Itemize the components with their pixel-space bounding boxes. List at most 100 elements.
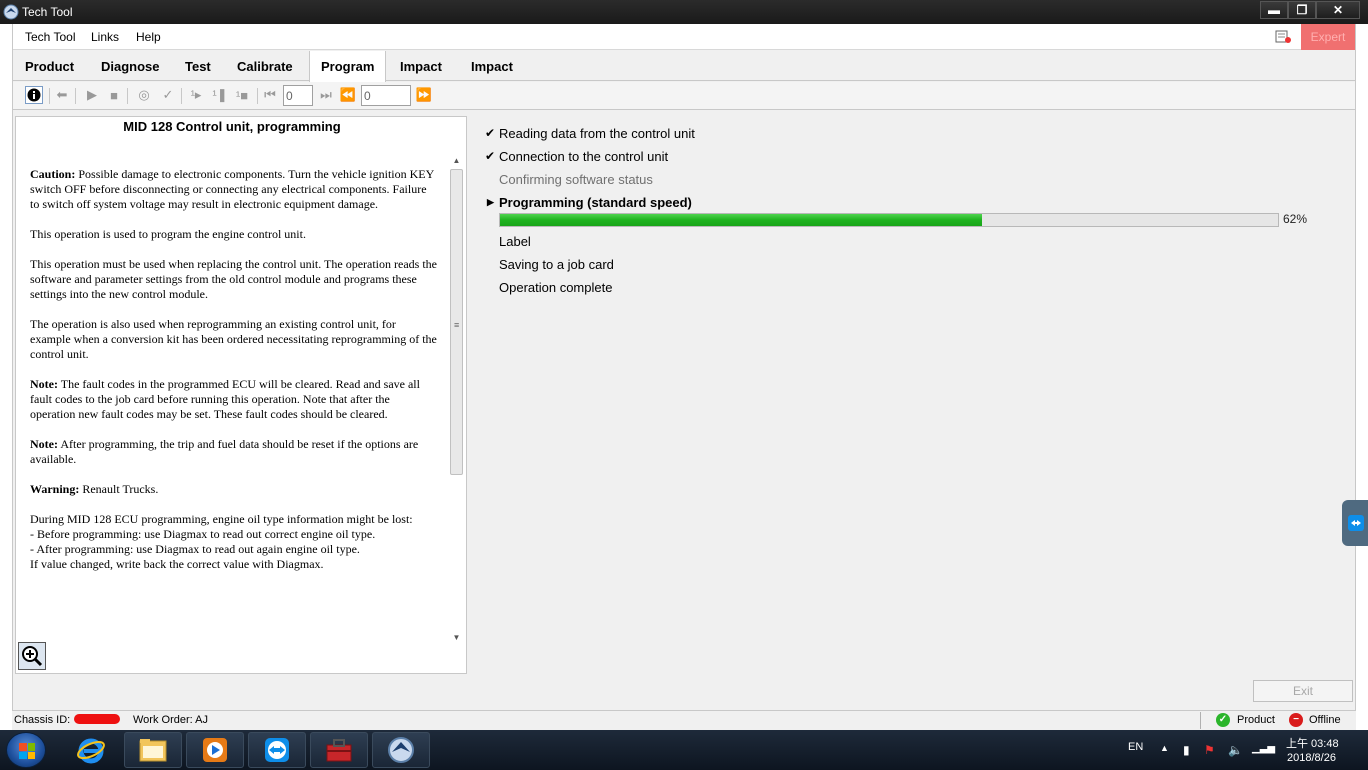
checkmark-icon: ✔ <box>485 149 496 163</box>
tab-test[interactable]: Test <box>174 51 222 81</box>
programming-progress-bar <box>499 213 1279 227</box>
checkmark-icon: ✔ <box>485 126 496 140</box>
network-signal-icon[interactable]: ▁▃▅ <box>1252 743 1275 754</box>
folder-icon <box>139 739 167 762</box>
start-button[interactable] <box>6 732 46 768</box>
volume-icon[interactable]: 🔈 <box>1228 743 1243 757</box>
clock-date[interactable]: 2018/8/26 <box>1287 752 1336 764</box>
progress-panel: ✔ Reading data from the control unit ✔ C… <box>469 116 1355 674</box>
menu-links[interactable]: Links <box>91 30 119 44</box>
progress-percent: 62% <box>1283 212 1308 226</box>
info-icon[interactable] <box>25 86 43 104</box>
paragraph-replacing: This operation must be used when replaci… <box>30 257 437 301</box>
tab-impact-2[interactable]: Impact <box>460 51 524 81</box>
progress-fill <box>500 214 983 226</box>
step-into-icon[interactable]: ¹▸ <box>187 86 205 104</box>
tech-tool-app-icon <box>3 4 19 20</box>
rewind-icon[interactable]: ⏪ <box>339 86 357 104</box>
language-indicator[interactable]: EN <box>1128 741 1143 753</box>
expert-button[interactable]: Expert <box>1301 24 1355 50</box>
windows-taskbar: EN ▲ ▮ ⚑ 🔈 ▁▃▅ 上午 03:48 2018/8/26 <box>0 730 1368 770</box>
step-programming: ▶ Programming (standard speed) <box>487 195 692 210</box>
step-confirming-software: Confirming software status <box>499 172 653 187</box>
paragraph-reprogramming: The operation is also used when reprogra… <box>30 317 437 361</box>
app-frame: Tech Tool Links Help Expert Product Diag… <box>12 24 1356 710</box>
fast-forward-icon[interactable]: ⏩ <box>415 86 433 104</box>
scroll-down-icon[interactable]: ▼ <box>449 630 464 645</box>
tech-tool-icon <box>388 737 414 763</box>
instructions-text: Caution: Possible damage to electronic c… <box>30 167 438 572</box>
redacted-chassis-id <box>74 714 120 724</box>
clock-time[interactable]: 上午 03:48 <box>1286 735 1339 751</box>
paragraph-note-trip: Note: After programming, the trip and fu… <box>30 437 419 466</box>
paragraph-purpose: This operation is used to program the en… <box>30 227 306 241</box>
teamviewer-side-tab[interactable] <box>1342 500 1368 546</box>
minimize-button[interactable]: ▬ <box>1260 1 1288 19</box>
battery-icon[interactable]: ▮ <box>1183 743 1190 757</box>
internet-explorer-icon <box>77 738 105 764</box>
play-icon[interactable]: ▶ <box>83 86 101 104</box>
product-ok-icon: ✓ <box>1216 713 1230 727</box>
taskbar-teamviewer[interactable] <box>248 732 306 768</box>
paragraph-oil-type: During MID 128 ECU programming, engine o… <box>30 512 413 571</box>
first-icon[interactable]: ⏮ <box>261 86 279 104</box>
menu-help[interactable]: Help <box>136 30 161 44</box>
scroll-up-icon[interactable]: ▲ <box>449 153 464 168</box>
step-label: Label <box>499 234 531 249</box>
close-button[interactable]: ✕ <box>1316 1 1360 19</box>
tray-expand-icon[interactable]: ▲ <box>1160 743 1169 753</box>
checkmark-icon[interactable]: ✓ <box>159 86 177 104</box>
step-reading-data: ✔ Reading data from the control unit <box>485 126 695 141</box>
zoom-button[interactable] <box>18 642 46 670</box>
window-titlebar: Tech Tool ▬ ❐ ✕ <box>0 0 1368 24</box>
restore-button[interactable]: ❐ <box>1288 1 1316 19</box>
step-saving-job-card: Saving to a job card <box>499 257 614 272</box>
instructions-scrollbar[interactable]: ▲ ≡ ▼ <box>449 153 464 645</box>
product-status: Product <box>1237 714 1275 726</box>
report-icon[interactable] <box>1275 30 1291 44</box>
chassis-id-label: Chassis ID: <box>14 714 71 726</box>
teamviewer-icon <box>1348 515 1364 531</box>
step-stop-icon[interactable]: ¹■ <box>233 86 251 104</box>
inspect-icon[interactable]: ◎ <box>135 86 153 104</box>
paragraph-caution: Caution: Possible damage to electronic c… <box>30 167 434 211</box>
step-input[interactable] <box>283 85 313 106</box>
menu-bar: Tech Tool Links Help Expert <box>13 24 1355 50</box>
panel-title: MID 128 Control unit, programming <box>123 119 341 134</box>
taskbar-toolbox[interactable] <box>310 732 368 768</box>
paragraph-note-fault-codes: Note: The fault codes in the programmed … <box>30 377 420 421</box>
teamviewer-icon <box>265 738 289 762</box>
magnifier-plus-icon <box>22 646 43 667</box>
toolbox-icon <box>326 739 352 762</box>
paragraph-warning: Warning: Renault Trucks. <box>30 482 159 496</box>
media-player-icon <box>203 738 227 762</box>
back-arrow-icon[interactable]: ⬅ <box>53 86 71 104</box>
step-operation-complete: Operation complete <box>499 280 613 295</box>
step-pause-icon[interactable]: ¹❚ <box>211 86 229 104</box>
skip-input[interactable] <box>361 85 411 106</box>
tab-program[interactable]: Program <box>309 51 387 82</box>
scroll-thumb[interactable]: ≡ <box>450 169 463 475</box>
tab-diagnose[interactable]: Diagnose <box>90 51 171 81</box>
work-order: Work Order: AJ <box>133 714 208 726</box>
tab-bar: Product Diagnose Test Calibrate Program … <box>13 51 1355 82</box>
instructions-panel: MID 128 Control unit, programming Cautio… <box>15 116 467 674</box>
step-connection: ✔ Connection to the control unit <box>485 149 669 164</box>
windows-logo-icon <box>19 743 35 759</box>
status-bar: Chassis ID: Work Order: AJ ✓ Product − O… <box>12 710 1356 730</box>
offline-status: Offline <box>1309 714 1341 726</box>
menu-tech-tool[interactable]: Tech Tool <box>25 30 75 44</box>
taskbar-internet-explorer[interactable] <box>62 732 120 768</box>
exit-button[interactable]: Exit <box>1253 680 1353 702</box>
stop-icon[interactable]: ■ <box>105 86 123 104</box>
current-step-arrow-icon: ▶ <box>487 197 494 207</box>
action-center-icon[interactable]: ⚑ <box>1204 743 1215 757</box>
tab-impact[interactable]: Impact <box>389 51 453 81</box>
offline-icon: − <box>1289 713 1303 727</box>
last-icon[interactable]: ⏭ <box>317 86 335 104</box>
taskbar-tech-tool[interactable] <box>372 732 430 768</box>
taskbar-file-explorer[interactable] <box>124 732 182 768</box>
taskbar-media-player[interactable] <box>186 732 244 768</box>
tab-product[interactable]: Product <box>14 51 85 81</box>
tab-calibrate[interactable]: Calibrate <box>226 51 304 81</box>
